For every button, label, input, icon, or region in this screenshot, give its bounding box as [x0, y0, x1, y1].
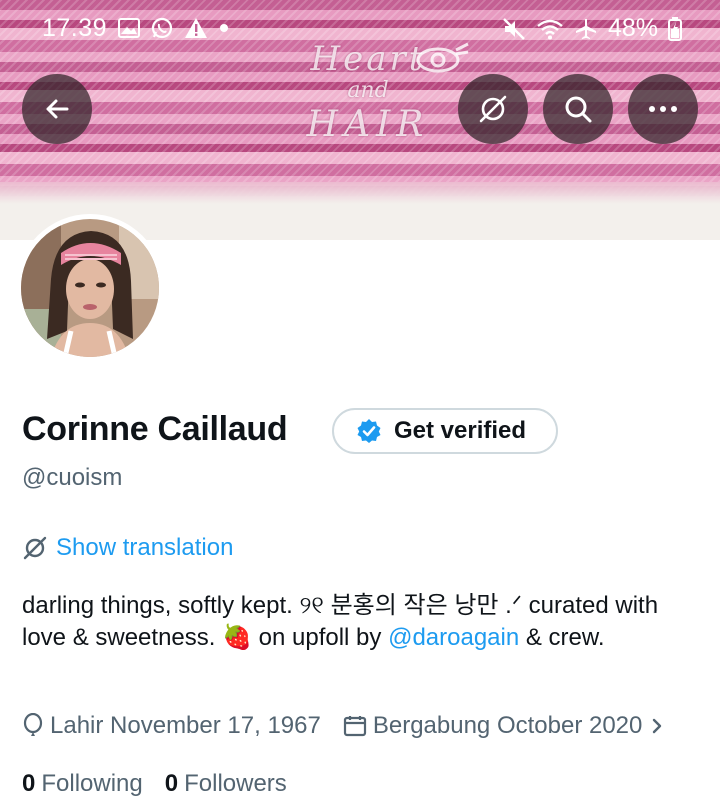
translate-icon	[23, 536, 47, 560]
dot-icon	[220, 24, 228, 32]
profile-meta: Lahir November 17, 1967 Bergabung Octobe…	[22, 712, 666, 740]
joined-date-text: Bergabung October 2020	[372, 712, 643, 739]
following-link[interactable]: 0 Following	[22, 770, 143, 798]
status-bar: 17.39 48%	[0, 10, 720, 46]
following-label: Following	[41, 770, 143, 797]
more-horizontal-icon	[649, 106, 677, 112]
status-left-icons	[118, 16, 230, 40]
status-right-icons: 48%	[502, 14, 682, 43]
avatar-photo	[21, 219, 159, 357]
banner-art-line2: and	[347, 78, 389, 103]
calendar-icon	[343, 716, 366, 737]
follow-stats: 0 Following 0 Followers	[22, 770, 287, 798]
banner-art-line3: HAIR	[306, 104, 430, 145]
birth-date: Lahir November 17, 1967	[22, 712, 321, 740]
chevron-right-icon	[653, 718, 662, 734]
battery-icon	[668, 16, 682, 41]
verified-badge-icon	[357, 419, 381, 443]
bio-text-part2: & crew.	[519, 624, 605, 651]
battery-percent: 48%	[607, 14, 658, 42]
back-button[interactable]	[22, 74, 92, 144]
translate-button[interactable]	[458, 74, 528, 144]
balloon-icon	[23, 713, 43, 736]
get-verified-button[interactable]: Get verified	[332, 408, 558, 454]
avatar[interactable]	[16, 214, 164, 362]
followers-count: 0	[164, 770, 179, 797]
status-time: 17.39	[42, 14, 108, 42]
profile-bio: darling things, softly kept. ୨୧ 분홍의 작은 낭…	[22, 590, 702, 654]
username-handle: @cuoism	[22, 464, 123, 491]
followers-link[interactable]: 0 Followers	[165, 770, 287, 798]
search-button[interactable]	[543, 74, 613, 144]
warning-icon	[185, 18, 207, 38]
image-icon	[118, 18, 140, 38]
get-verified-label: Get verified	[394, 417, 527, 444]
search-icon	[565, 96, 592, 123]
wifi-icon	[537, 19, 563, 39]
show-translation-label: Show translation	[56, 534, 234, 561]
joined-date[interactable]: Bergabung October 2020	[343, 712, 667, 740]
followers-label: Followers	[184, 770, 287, 797]
airplane-icon	[575, 18, 596, 39]
display-name: Corinne Caillaud	[22, 410, 288, 448]
following-count: 0	[22, 770, 36, 797]
more-button[interactable]	[628, 74, 698, 144]
birth-date-text: Lahir November 17, 1967	[50, 712, 321, 739]
bio-mention-link[interactable]: @daroagain	[388, 624, 519, 651]
mute-icon	[503, 17, 525, 40]
avatar-portrait-image	[21, 219, 159, 357]
arrow-left-icon	[46, 99, 69, 119]
show-translation-link[interactable]: Show translation	[22, 534, 233, 562]
translate-icon	[479, 95, 507, 123]
whatsapp-icon	[151, 17, 173, 39]
